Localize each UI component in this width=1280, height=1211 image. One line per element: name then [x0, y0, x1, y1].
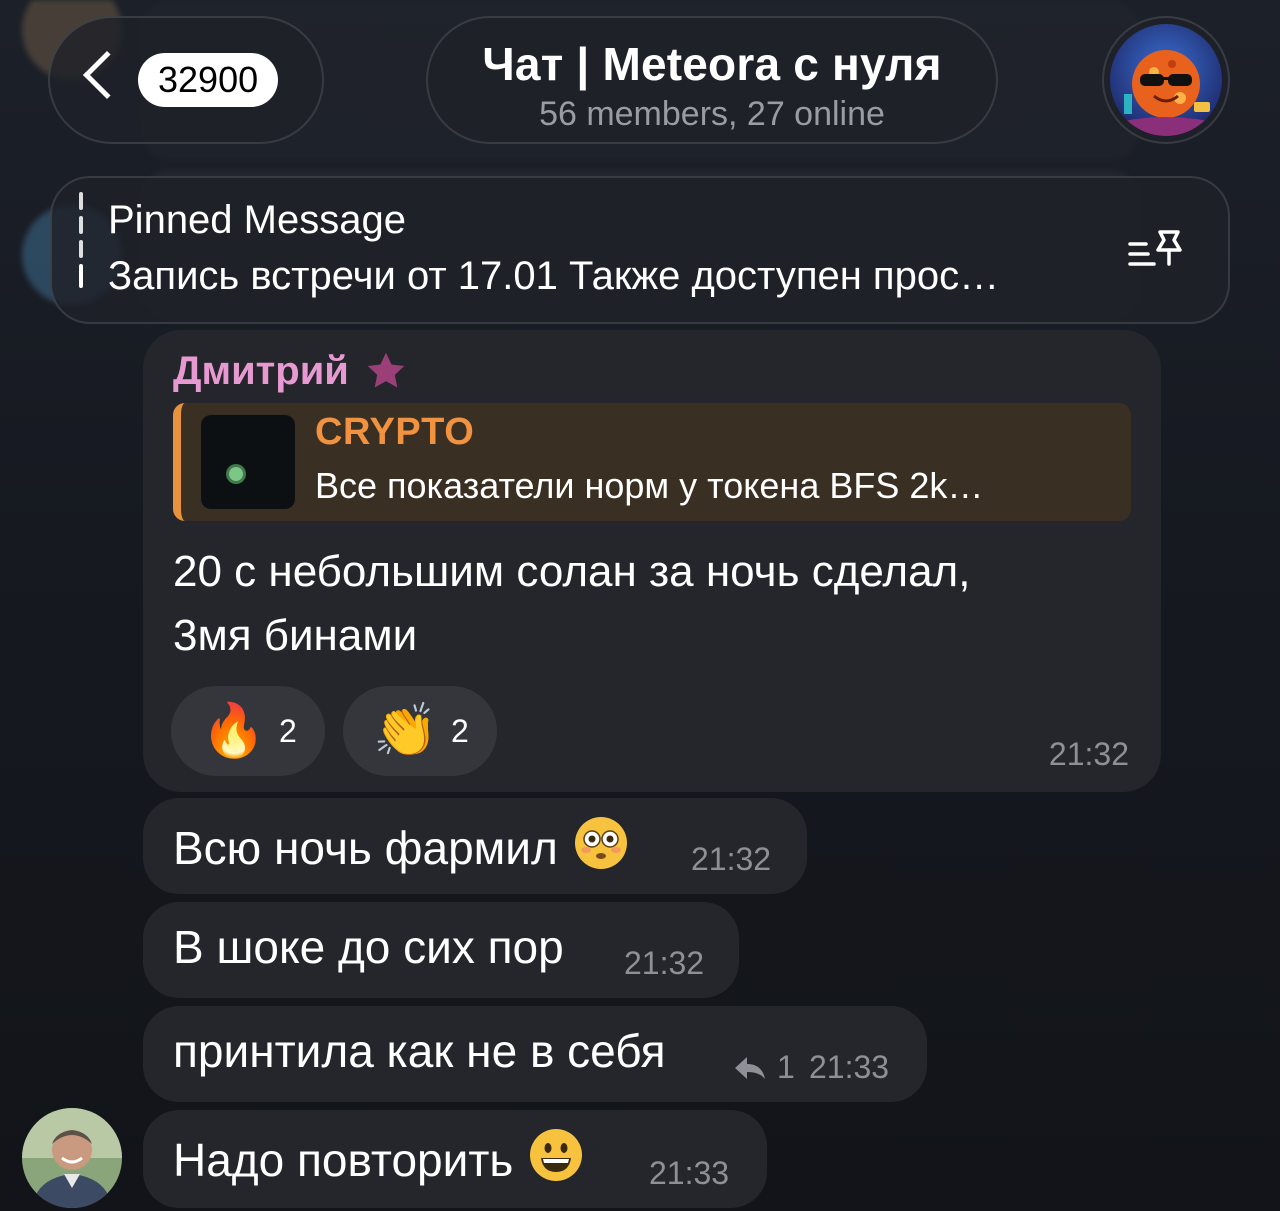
- reply-arrow-icon: [735, 1056, 765, 1079]
- pinned-title: Pinned Message: [108, 198, 406, 242]
- flushed-face-emoji-icon: [574, 817, 627, 869]
- chat-subtitle: 56 members, 27 online: [539, 95, 885, 133]
- reaction-fire[interactable]: 🔥 2: [171, 686, 325, 776]
- reaction-count: 2: [279, 712, 297, 749]
- chevron-left-icon: [82, 50, 132, 100]
- reaction-count: 2: [451, 712, 469, 749]
- reply-quote[interactable]: CRYPTO Все показатели норм у токена BFS …: [173, 403, 1131, 521]
- message-text-line: 3мя бинами: [173, 611, 418, 660]
- star-icon: [367, 352, 405, 388]
- reply-count: 1: [777, 1049, 795, 1085]
- back-button[interactable]: 32900: [48, 16, 324, 144]
- message-text: В шоке до сих пор: [173, 921, 564, 973]
- grinning-face-emoji-icon: [530, 1129, 583, 1181]
- message-text: Надо повторить: [173, 1128, 583, 1187]
- reaction-clap[interactable]: 👏 2: [343, 686, 497, 776]
- message-bubble[interactable]: Всю ночь фармил 21:32: [143, 798, 807, 894]
- message-time: 21:32: [624, 945, 705, 981]
- chat-title: Чат | Meteora с нуля: [482, 38, 942, 90]
- replies-indicator[interactable]: 1: [733, 1049, 795, 1086]
- chat-title-button[interactable]: Чат | Meteora с нуля 56 members, 27 onli…: [426, 16, 998, 144]
- chat-screen: 32900 Чат | Meteora с нуля 56 members, 2…: [0, 0, 1280, 1211]
- clapping-hands-emoji-icon: 👏: [373, 702, 438, 760]
- unread-count-badge: 32900: [138, 53, 279, 107]
- message-text: 20 с небольшим солан за ночь сделал, 3мя…: [173, 540, 970, 668]
- message-text: принтила как не в себя: [173, 1025, 666, 1077]
- message-bubble[interactable]: принтила как не в себя 1 21:33: [143, 1006, 927, 1102]
- message-time: 21:33: [809, 1049, 890, 1085]
- message-text-label: Всю ночь фармил: [173, 822, 558, 874]
- sender-avatar[interactable]: [22, 1108, 122, 1208]
- message-text: Всю ночь фармил: [173, 816, 628, 875]
- reply-author: CRYPTO: [315, 411, 475, 453]
- message-text-line: 20 с небольшим солан за ночь сделал,: [173, 547, 971, 596]
- sender-label: Дмитрий: [173, 348, 349, 393]
- fire-emoji-icon: 🔥: [201, 702, 266, 760]
- message-time: 21:32: [1048, 736, 1129, 772]
- message-bubble[interactable]: Надо повторить 21:33: [143, 1110, 767, 1208]
- pinned-message-bar[interactable]: Pinned Message Запись встречи от 17.01 Т…: [50, 176, 1230, 324]
- group-avatar: [1110, 24, 1222, 136]
- message-time: 21:33: [649, 1155, 730, 1191]
- message-bubble[interactable]: В шоке до сих пор 21:32: [143, 902, 739, 998]
- pinned-text: Запись встречи от 17.01 Также доступен п…: [108, 254, 1000, 298]
- reply-text: Все показатели норм у токена BFS 2k…: [315, 465, 984, 506]
- pinned-indicator: [78, 192, 84, 298]
- reply-thumbnail: [201, 415, 295, 509]
- group-avatar-button[interactable]: [1102, 16, 1230, 144]
- sender-name[interactable]: Дмитрий: [173, 348, 409, 394]
- pinned-list-icon[interactable]: [1126, 224, 1190, 280]
- message-time: 21:32: [691, 841, 772, 877]
- message-text-label: Надо повторить: [173, 1134, 514, 1186]
- message-bubble[interactable]: Дмитрий CRYPTO Все показатели норм у ток…: [143, 330, 1161, 792]
